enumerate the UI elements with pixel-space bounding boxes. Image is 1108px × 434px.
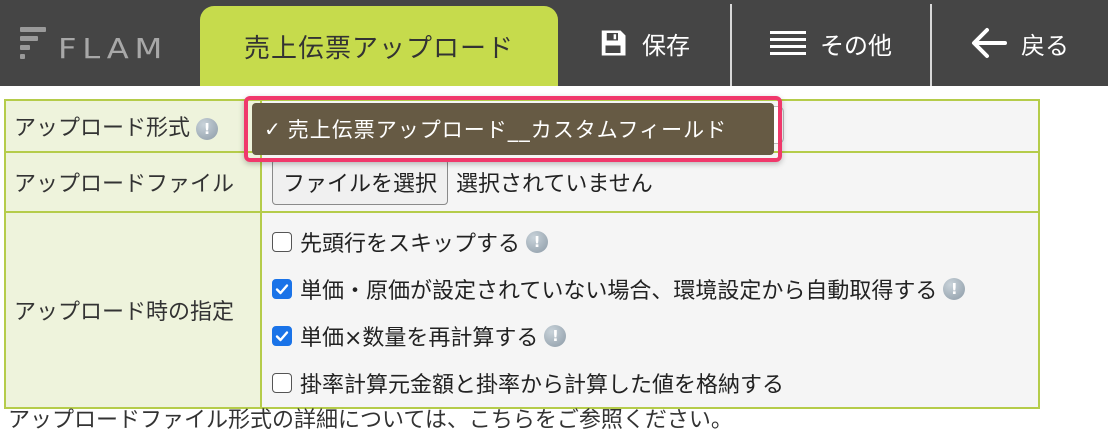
option-auto-fetch-price[interactable]: 単価・原価が設定されていない場合、環境設定から自動取得する ! (272, 265, 1038, 312)
footer-help-text: アップロードファイル形式の詳細については、こちらをご参照ください。 (8, 408, 733, 433)
checkmark-icon (275, 330, 289, 341)
save-button-label: 保存 (642, 31, 690, 60)
arrow-left-icon (972, 28, 1007, 58)
checkmark-icon (275, 283, 289, 294)
choose-file-button[interactable]: ファイルを選択 (272, 159, 449, 205)
logo-text: FLAM (58, 31, 169, 65)
upload-options-value-cell: 先頭行をスキップする ! 単価・原価が設定されていない場合、環境設定から自動取得… (260, 211, 1040, 409)
info-icon[interactable]: ! (526, 230, 549, 253)
more-button[interactable]: その他 (732, 0, 930, 86)
option-store-rate-calculated-value[interactable]: 掛率計算元金額と掛率から計算した値を格納する (272, 359, 1038, 406)
option-recalculate-total[interactable]: 単価×数量を再計算する ! (272, 312, 1038, 359)
floppy-disk-icon (601, 30, 626, 56)
upload-options-label: アップロード時の指定 (14, 300, 235, 325)
checkbox-unchecked[interactable] (272, 231, 292, 252)
back-button[interactable]: 戻る (932, 0, 1108, 86)
top-navigation-bar: FLAM 売上伝票アップロード 保存 その他 戻る (0, 0, 1108, 86)
file-status-text: 選択されていません (456, 172, 653, 197)
checkbox-checked[interactable] (272, 278, 292, 299)
info-icon[interactable]: ! (196, 118, 219, 140)
upload-options-label-cell: アップロード時の指定 (4, 211, 262, 409)
option-label: 単価×数量を再計算する (300, 325, 539, 351)
option-label: 先頭行をスキップする (300, 231, 521, 257)
info-icon[interactable]: ! (943, 277, 966, 300)
upload-file-label: アップロードファイル (14, 172, 235, 197)
menu-lines-icon (770, 31, 806, 55)
logo-mark-icon (18, 23, 48, 63)
upload-format-label: アップロード形式 (14, 116, 191, 141)
option-label: 掛率計算元金額と掛率から計算した値を格納する (300, 372, 785, 398)
option-skip-header-row[interactable]: 先頭行をスキップする ! (272, 218, 1038, 265)
upload-file-label-cell: アップロードファイル (4, 151, 262, 213)
info-icon[interactable]: ! (544, 324, 567, 347)
checkbox-checked[interactable] (272, 325, 292, 346)
checkbox-unchecked[interactable] (272, 372, 292, 393)
option-label: 単価・原価が設定されていない場合、環境設定から自動取得する (300, 278, 938, 304)
save-button[interactable]: 保存 (558, 0, 730, 86)
back-button-label: 戻る (1021, 31, 1069, 60)
highlight-frame (244, 96, 782, 162)
tab-sales-slip-upload[interactable]: 売上伝票アップロード (200, 6, 558, 86)
more-button-label: その他 (820, 31, 892, 60)
flam-logo[interactable]: FLAM (18, 20, 178, 66)
upload-format-label-cell: アップロード形式! (4, 99, 262, 153)
